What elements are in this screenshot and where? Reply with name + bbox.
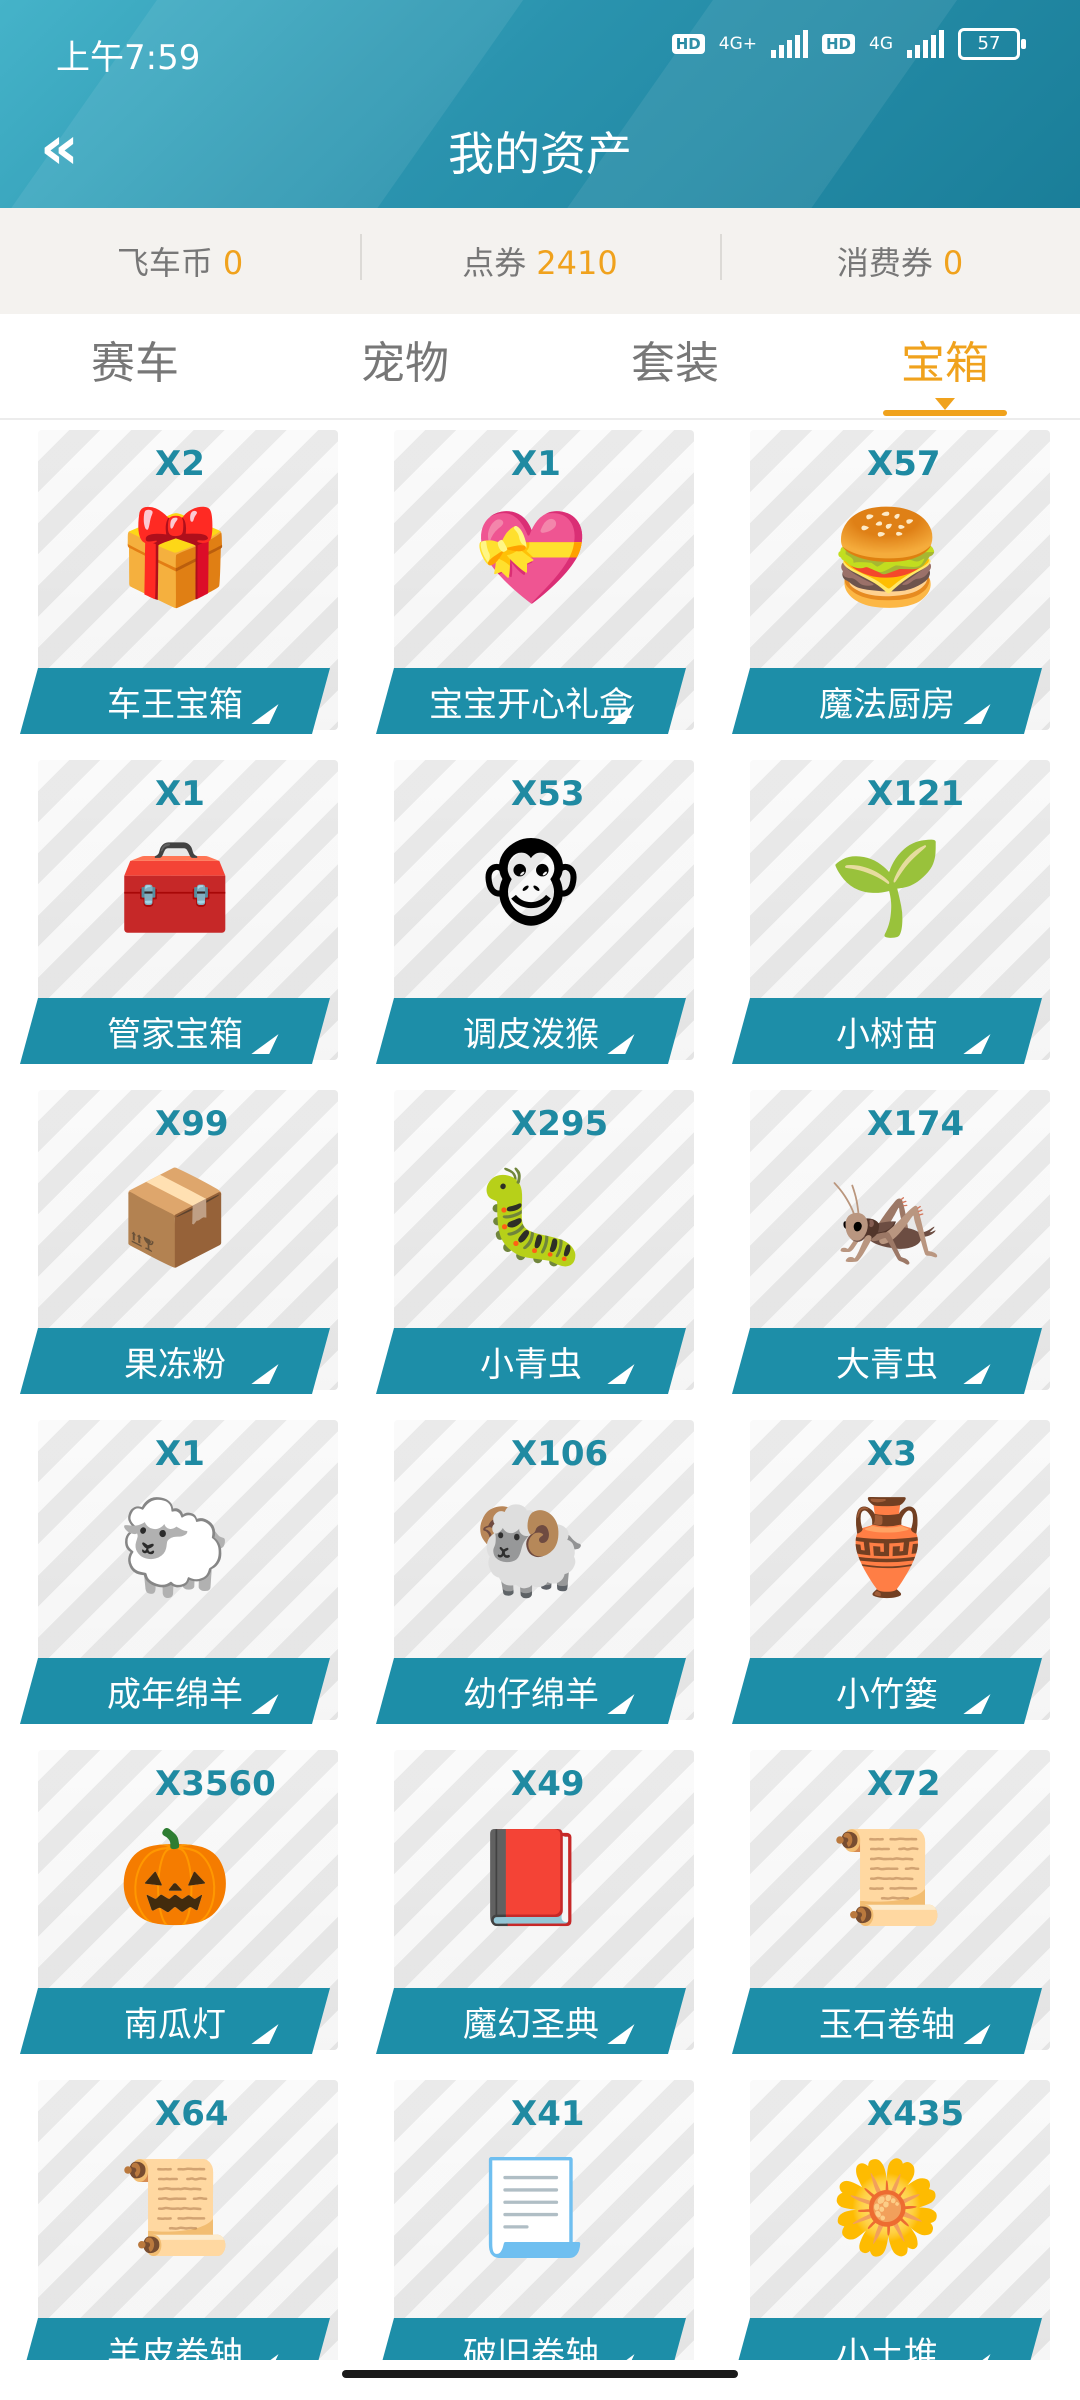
item-name: 羊皮卷轴 — [107, 2335, 243, 2360]
item-name: 小土堆 — [836, 2335, 938, 2360]
item-quantity: X295 — [511, 1104, 609, 1144]
item-card[interactable]: X53 🐵 调皮泼猴 — [376, 760, 694, 1072]
currency-label: 消费券 — [836, 244, 933, 282]
item-quantity: X41 — [511, 2094, 585, 2134]
tab-outfits[interactable]: 套装 — [540, 314, 810, 418]
item-🌱-icon: 🌱 — [829, 834, 945, 941]
item-💝-icon: 💝 — [473, 504, 589, 611]
currency-coin: 飞车币 0 — [0, 238, 360, 284]
item-quantity: X174 — [867, 1104, 965, 1144]
currency-value: 2410 — [536, 244, 618, 282]
signal-icon-2 — [907, 30, 944, 58]
home-indicator — [342, 2370, 738, 2378]
status-time: 上午7:59 — [56, 38, 201, 78]
item-🐑-icon: 🐑 — [117, 1494, 233, 1601]
item-quantity: X2 — [155, 444, 205, 484]
network-label-2: 4G — [869, 34, 893, 54]
item-card[interactable]: X57 🍔 魔法厨房 — [732, 430, 1050, 742]
item-card[interactable]: X1 💝 宝宝开心礼盒 — [376, 430, 694, 742]
item-🐏-icon: 🐏 — [473, 1494, 589, 1601]
item-quantity: X57 — [867, 444, 941, 484]
item-quantity: X106 — [511, 1434, 609, 1474]
item-card[interactable]: X3 🏺 小竹篓 — [732, 1420, 1050, 1732]
item-🌼-icon: 🌼 — [829, 2154, 945, 2261]
item-card[interactable]: X295 🐛 小青虫 — [376, 1090, 694, 1402]
item-quantity: X72 — [867, 1764, 941, 1804]
item-🍔-icon: 🍔 — [829, 504, 945, 611]
item-card[interactable]: X3560 🎃 南瓜灯 — [20, 1750, 338, 2062]
status-icons: HD 4G+ HD 4G 57 — [671, 28, 1026, 60]
item-card[interactable]: X174 🦗 大青虫 — [732, 1090, 1050, 1402]
item-quantity: X3560 — [155, 1764, 276, 1804]
item-quantity: X49 — [511, 1764, 585, 1804]
currency-value: 0 — [222, 244, 244, 282]
item-card[interactable]: X1 🧰 管家宝箱 — [20, 760, 338, 1072]
item-card[interactable]: X1 🐑 成年绵羊 — [20, 1420, 338, 1732]
item-quantity: X99 — [155, 1104, 229, 1144]
tab-bar: 赛车 宠物 套装 宝箱 — [0, 314, 1080, 420]
battery-icon: 57 — [958, 28, 1026, 60]
item-card[interactable]: X435 🌼 小土堆 — [732, 2080, 1050, 2360]
item-card[interactable]: X41 📃 破旧卷轴 — [376, 2080, 694, 2360]
item-🧰-icon: 🧰 — [117, 834, 233, 941]
currency-bar: 飞车币 0 点券 2410 消费券 0 — [0, 208, 1080, 314]
item-🐛-icon: 🐛 — [473, 1164, 589, 1271]
currency-coupon: 消费券 0 — [720, 234, 1080, 284]
item-📜-icon: 📜 — [829, 1824, 945, 1931]
item-🎃-icon: 🎃 — [117, 1824, 233, 1931]
item-card[interactable]: X99 📦 果冻粉 — [20, 1090, 338, 1402]
item-card[interactable]: X2 🎁 车王宝箱 — [20, 430, 338, 742]
item-quantity: X1 — [511, 444, 561, 484]
app-header: 上午7:59 HD 4G+ HD 4G 57 « 我的资产 — [0, 0, 1080, 208]
item-grid: X2 🎁 车王宝箱 X1 💝 宝宝开心礼盒 X57 🍔 魔法厨房 X1 🧰 管家宝箱 X53 🐵 调皮泼猴 X… — [20, 430, 1060, 2360]
tab-label: 宝箱 — [901, 338, 989, 389]
item-card[interactable]: X64 📜 羊皮卷轴 — [20, 2080, 338, 2360]
currency-label: 点券 — [462, 244, 527, 282]
item-quantity: X1 — [155, 774, 205, 814]
hd-badge: HD — [671, 34, 705, 54]
item-card[interactable]: X72 📜 玉石卷轴 — [732, 1750, 1050, 2062]
item-name: 破旧卷轴 — [463, 2335, 599, 2360]
item-quantity: X121 — [867, 774, 965, 814]
item-quantity: X3 — [867, 1434, 917, 1474]
item-📦-icon: 📦 — [117, 1164, 233, 1271]
hd-badge-2: HD — [821, 34, 855, 54]
item-quantity: X435 — [867, 2094, 965, 2134]
tab-cars[interactable]: 赛车 — [0, 314, 270, 418]
item-🏺-icon: 🏺 — [829, 1494, 945, 1601]
currency-value: 0 — [942, 244, 964, 282]
item-🐵-icon: 🐵 — [477, 834, 585, 941]
item-quantity: X53 — [511, 774, 585, 814]
signal-icon — [770, 30, 808, 58]
tab-chests[interactable]: 宝箱 — [810, 314, 1080, 418]
tab-pets[interactable]: 宠物 — [270, 314, 540, 418]
item-card[interactable]: X106 🐏 幼仔绵羊 — [376, 1420, 694, 1732]
tab-underline — [883, 398, 1007, 416]
item-card[interactable]: X49 📕 魔幻圣典 — [376, 1750, 694, 2062]
item-quantity: X64 — [155, 2094, 229, 2134]
item-card[interactable]: X121 🌱 小树苗 — [732, 760, 1050, 1072]
item-📃-icon: 📃 — [473, 2154, 589, 2261]
page-title: 我的资产 — [448, 127, 632, 181]
network-label: 4G+ — [718, 34, 757, 54]
item-🎁-icon: 🎁 — [117, 504, 233, 611]
item-🦗-icon: 🦗 — [829, 1164, 945, 1271]
currency-voucher: 点券 2410 — [360, 234, 720, 284]
currency-label: 飞车币 — [116, 244, 213, 282]
item-📜-icon: 📜 — [117, 2154, 233, 2261]
item-📕-icon: 📕 — [473, 1824, 589, 1931]
item-quantity: X1 — [155, 1434, 205, 1474]
